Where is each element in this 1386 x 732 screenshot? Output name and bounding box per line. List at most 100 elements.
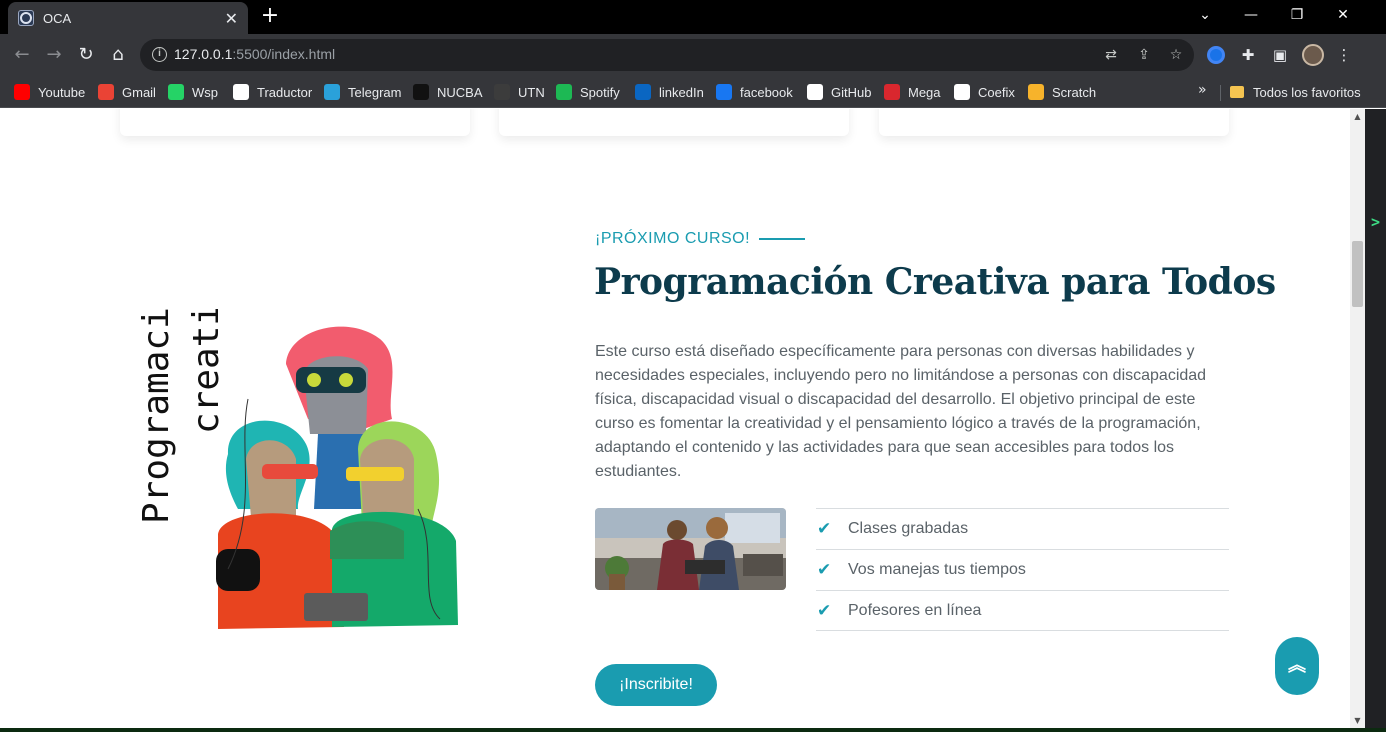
page-scrollbar[interactable]: ▲ ▼: [1350, 109, 1365, 728]
scratch-icon: [1028, 84, 1044, 100]
utn-icon: [494, 84, 510, 100]
site-info-icon[interactable]: i: [152, 47, 167, 62]
google-icon: [233, 84, 249, 100]
check-icon: ✔: [817, 519, 832, 539]
bookmark-facebook[interactable]: facebook: [716, 82, 793, 102]
minimize-button[interactable]: —: [1228, 0, 1274, 30]
feature-card: [499, 109, 849, 136]
bookmark-traductor[interactable]: Traductor: [233, 82, 312, 102]
menu-kebab-icon[interactable]: ⋮: [1332, 43, 1356, 67]
bookmark-label: Gmail: [122, 84, 156, 100]
course-description: Este curso está diseñado específicamente…: [595, 343, 1207, 480]
mega-icon: [884, 84, 900, 100]
bookmark-github[interactable]: GitHub: [807, 82, 871, 102]
browser-tab[interactable]: OCA ✕: [8, 2, 248, 34]
list-item: ✔ Pofesores en línea: [816, 590, 1229, 631]
address-bar[interactable]: i 127.0.0.1:5500/index.html ⇄ ⇪ ☆: [140, 39, 1194, 71]
bookmarks-divider: [1220, 85, 1221, 101]
feature-card: [879, 109, 1229, 136]
gmail-icon: [98, 84, 114, 100]
side-panel-icon[interactable]: ▣: [1268, 43, 1292, 67]
course-title: Programación Creativa para Todos: [594, 261, 1276, 303]
section-eyebrow: ¡PRÓXIMO CURSO!: [595, 230, 806, 248]
extension-icon[interactable]: [1207, 46, 1225, 64]
bookmark-scratch[interactable]: Scratch: [1028, 82, 1096, 102]
bookmark-wsp[interactable]: Wsp: [168, 82, 218, 102]
terminal-prompt-icon: >: [1371, 213, 1381, 231]
profile-avatar[interactable]: [1302, 44, 1324, 66]
bookmark-linkedin[interactable]: linkedIn: [635, 82, 704, 102]
check-icon: ✔: [817, 560, 832, 580]
home-icon[interactable]: ⌂: [104, 41, 132, 69]
scroll-up-arrow-icon[interactable]: ▲: [1350, 109, 1365, 124]
bookmark-label: Traductor: [257, 84, 313, 100]
bookmark-star-icon[interactable]: ☆: [1166, 45, 1186, 65]
bookmark-spotify[interactable]: Spotify: [556, 82, 620, 102]
feature-label: Pofesores en línea: [848, 601, 982, 619]
students-photo: [595, 508, 786, 590]
close-window-button[interactable]: ✕: [1320, 0, 1366, 30]
site-favicon-icon: [18, 10, 34, 26]
bookmarks-bar: » Todos los favoritos Youtube Gmail Wsp Tra…: [0, 76, 1386, 108]
illustration-title-text: Programación: [136, 309, 177, 524]
extensions-puzzle-icon[interactable]: ✚: [1236, 43, 1260, 67]
bookmark-label: Wsp: [192, 84, 218, 100]
bookmark-label: Mega: [908, 84, 941, 100]
bookmark-coefix[interactable]: Coefix: [954, 82, 1015, 102]
scroll-down-arrow-icon[interactable]: ▼: [1350, 713, 1365, 728]
all-bookmarks-label: Todos los favoritos: [1253, 84, 1361, 100]
bookmark-label: facebook: [740, 84, 793, 100]
bookmark-label: NUCBA: [437, 84, 483, 100]
feature-list: ✔ Clases grabadas ✔ Vos manejas tus tiem…: [816, 508, 1229, 631]
reload-icon[interactable]: ↻: [72, 41, 100, 69]
tab-search-chevron-icon[interactable]: ⌄: [1182, 0, 1228, 30]
new-tab-button[interactable]: +: [258, 4, 282, 28]
share-icon[interactable]: ⇪: [1134, 45, 1154, 65]
eyebrow-text: ¡PRÓXIMO CURSO!: [595, 230, 751, 247]
bookmark-label: Coefix: [978, 84, 1015, 100]
page-viewport: Programación creativa ¡PRÓXIMO CURSO! Pr…: [0, 109, 1350, 728]
scroll-to-top-button[interactable]: ︽: [1275, 637, 1319, 695]
bookmark-telegram[interactable]: Telegram: [324, 82, 401, 102]
forward-arrow-icon[interactable]: →: [40, 41, 68, 69]
spotify-icon: [556, 84, 572, 100]
feature-label: Vos manejas tus tiempos: [848, 561, 1026, 578]
bookmark-label: linkedIn: [659, 84, 704, 100]
bookmark-label: UTN: [518, 84, 545, 100]
back-arrow-icon[interactable]: ←: [8, 41, 36, 69]
bookmark-mega[interactable]: Mega: [884, 82, 941, 102]
browser-tab-bar: OCA ✕ + ⌄ — ❐ ✕: [0, 0, 1386, 34]
bookmark-label: Spotify: [580, 84, 620, 100]
tab-close-icon[interactable]: ✕: [225, 9, 238, 28]
all-bookmarks-folder[interactable]: Todos los favoritos: [1230, 82, 1361, 102]
bookmark-youtube[interactable]: Youtube: [14, 82, 85, 102]
bookmark-label: Telegram: [348, 84, 402, 100]
browser-toolbar: ← → ↻ ⌂ i 127.0.0.1:5500/index.html ⇄ ⇪ …: [0, 34, 1386, 76]
github-icon: [807, 84, 823, 100]
translate-icon[interactable]: ⇄: [1101, 45, 1121, 65]
eyebrow-line: [759, 238, 806, 240]
bookmark-utn[interactable]: UTN: [494, 82, 545, 102]
creative-programming-illustration: Programación creativa: [136, 309, 458, 629]
bookmark-nucba[interactable]: NUCBA: [413, 82, 483, 102]
youtube-icon: [14, 84, 30, 100]
bookmark-label: Scratch: [1052, 84, 1097, 100]
nucba-icon: [413, 84, 429, 100]
bookmark-label: GitHub: [831, 84, 872, 100]
list-item: ✔ Clases grabadas: [816, 508, 1229, 549]
check-icon: ✔: [817, 600, 832, 621]
bookmark-gmail[interactable]: Gmail: [98, 82, 156, 102]
background-window-strip: >: [1365, 109, 1386, 732]
enroll-button[interactable]: ¡Inscribite!: [595, 664, 717, 706]
double-chevron-up-icon: ︽: [1288, 655, 1306, 676]
url-text: 127.0.0.1:5500/index.html: [174, 46, 336, 62]
feature-label: Clases grabadas: [848, 520, 969, 537]
whatsapp-icon: [168, 84, 184, 100]
bookmarks-overflow-icon[interactable]: »: [1198, 82, 1207, 98]
restore-button[interactable]: ❐: [1274, 0, 1320, 30]
scroll-thumb[interactable]: [1352, 241, 1363, 307]
list-item: ✔ Vos manejas tus tiempos: [816, 549, 1229, 590]
bookmark-label: Youtube: [38, 84, 86, 100]
taskbar-edge: [0, 728, 1386, 732]
coefix-icon: [954, 84, 970, 100]
